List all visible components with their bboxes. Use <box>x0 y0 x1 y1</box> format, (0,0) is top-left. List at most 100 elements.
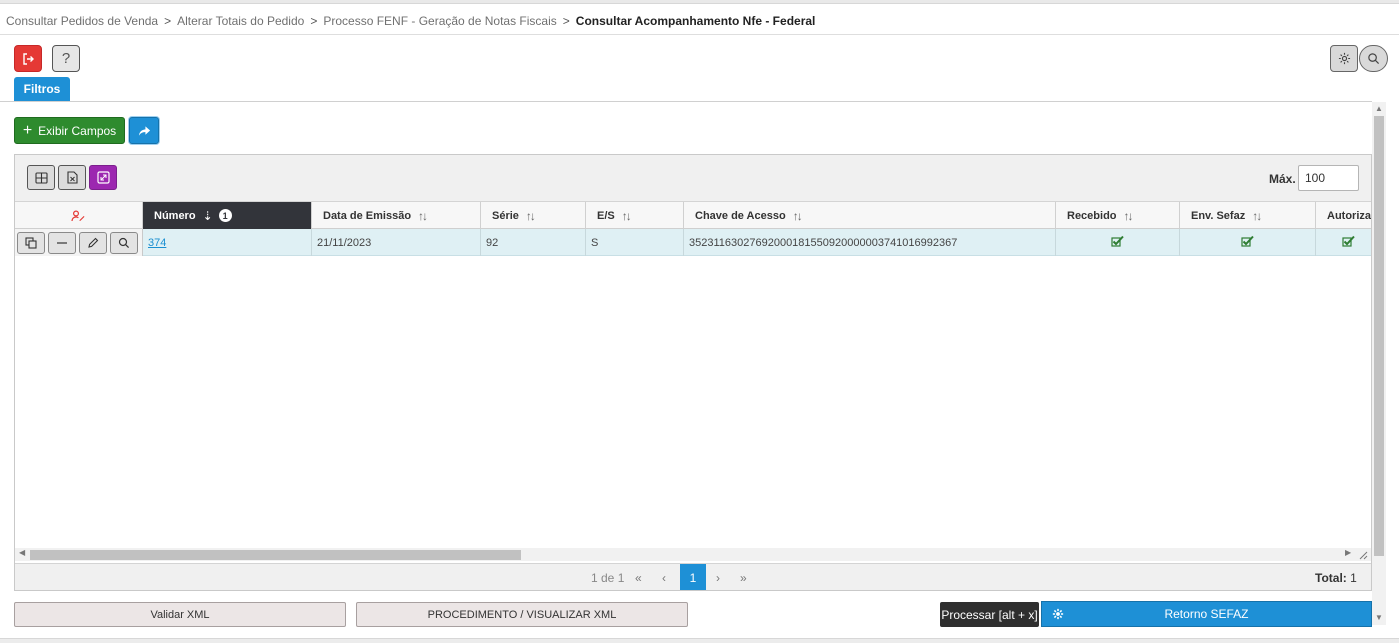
exibir-campos-label: Exibir Campos <box>38 123 117 138</box>
scroll-up-icon[interactable]: ▲ <box>1375 104 1383 113</box>
breadcrumb-item[interactable]: Alterar Totais do Pedido <box>177 14 304 28</box>
column-env-sefaz[interactable]: Env. Sefaz ↑↓ <box>1180 202 1316 229</box>
column-recebido-label: Recebido <box>1067 209 1117 222</box>
breadcrumb-divider <box>0 34 1399 35</box>
results-grid: Máx. Número ⇣ 1 Data de Emissão ↑↓ Série… <box>14 154 1372 591</box>
max-label: Máx. <box>1269 172 1296 186</box>
column-env-sefaz-label: Env. Sefaz <box>1191 209 1246 222</box>
column-numero-label: Número <box>154 209 196 222</box>
expand-button[interactable] <box>89 165 117 190</box>
scroll-right-icon[interactable]: ▶ <box>1345 548 1351 557</box>
column-serie[interactable]: Série ↑↓ <box>481 202 586 229</box>
cell-es: S <box>586 229 684 256</box>
grid-icon <box>34 171 48 184</box>
column-serie-label: Série <box>492 209 519 222</box>
search-icon <box>118 237 130 249</box>
search-button[interactable] <box>1359 45 1388 72</box>
exit-button[interactable] <box>14 45 42 72</box>
column-numero[interactable]: Número ⇣ 1 <box>143 202 312 229</box>
cell-numero: 374 <box>143 229 312 256</box>
cell-chave-acesso: 3523116302769200018155092000000374101699… <box>684 229 1056 256</box>
checkbox-checked-icon <box>1111 235 1124 247</box>
max-input[interactable] <box>1298 165 1359 191</box>
remove-button[interactable] <box>48 232 76 254</box>
retorno-sefaz-label: Retorno SEFAZ <box>1164 607 1249 621</box>
cell-recebido <box>1056 229 1180 256</box>
column-data-emissao[interactable]: Data de Emissão ↑↓ <box>312 202 481 229</box>
file-excel-icon <box>66 171 78 184</box>
help-button[interactable]: ? <box>52 45 80 72</box>
tab-divider <box>0 101 1372 102</box>
row-actions <box>15 229 143 256</box>
horizontal-scroll-thumb[interactable] <box>30 550 521 560</box>
cell-data-emissao: 21/11/2023 <box>312 229 481 256</box>
first-page-button[interactable]: « <box>635 571 642 585</box>
sort-order-badge: 1 <box>218 209 232 222</box>
breadcrumb: Consultar Pedidos de Venda > Alterar Tot… <box>6 12 815 30</box>
share-button[interactable] <box>129 117 159 144</box>
settings-button[interactable] <box>1330 45 1358 72</box>
minus-icon <box>57 242 67 244</box>
exit-icon <box>23 52 34 65</box>
column-es[interactable]: E/S ↑↓ <box>586 202 684 229</box>
breadcrumb-separator: > <box>562 14 570 28</box>
view-button[interactable] <box>110 232 138 254</box>
scroll-left-icon[interactable]: ◀ <box>19 548 25 557</box>
user-edit-icon <box>71 209 85 221</box>
tab-filtros[interactable]: Filtros <box>14 77 70 101</box>
column-recebido[interactable]: Recebido ↑↓ <box>1056 202 1180 229</box>
column-chave-acesso[interactable]: Chave de Acesso ↑↓ <box>684 202 1056 229</box>
cell-autorizado <box>1316 229 1371 256</box>
breadcrumb-item[interactable]: Consultar Pedidos de Venda <box>6 14 158 28</box>
sort-icon: ↑↓ <box>1123 208 1134 223</box>
sort-icon: ↑↓ <box>621 208 632 223</box>
total-label: Total: <box>1315 571 1347 585</box>
column-autorizado[interactable]: Autorizad <box>1316 202 1371 229</box>
cell-serie: 92 <box>481 229 586 256</box>
breadcrumb-separator: > <box>164 14 172 28</box>
retorno-sefaz-button[interactable]: Retorno SEFAZ <box>1041 601 1372 627</box>
column-autorizado-label: Autorizad <box>1327 209 1371 222</box>
prev-page-button[interactable]: ‹ <box>662 571 666 585</box>
procedimento-visualizar-xml-button[interactable]: PROCEDIMENTO / VISUALIZAR XML <box>356 602 688 627</box>
share-icon <box>138 125 150 136</box>
breadcrumb-separator: > <box>310 14 318 28</box>
gear-icon <box>1338 52 1350 65</box>
gear-icon <box>1052 608 1064 620</box>
vertical-scrollbar[interactable]: ▲ ▼ <box>1372 102 1386 625</box>
next-page-button[interactable]: › <box>716 571 720 585</box>
copy-button[interactable] <box>17 232 45 254</box>
scroll-down-icon[interactable]: ▼ <box>1375 613 1383 622</box>
help-label: ? <box>61 50 71 67</box>
expand-icon <box>96 171 110 184</box>
total-count: Total: 1 <box>1315 571 1357 585</box>
horizontal-scrollbar[interactable]: ◀ ▶ <box>15 548 1371 561</box>
export-button[interactable] <box>58 165 86 190</box>
table-row[interactable]: 374 21/11/2023 92 S 35231163027692000181… <box>15 229 1371 256</box>
column-actions <box>15 202 143 229</box>
last-page-button[interactable]: » <box>740 571 747 585</box>
plus-icon: + <box>22 121 33 139</box>
breadcrumb-current: Consultar Acompanhamento Nfe - Federal <box>575 14 816 28</box>
checkbox-checked-icon <box>1341 235 1355 247</box>
resize-handle-icon[interactable] <box>1358 550 1368 560</box>
column-chave-acesso-label: Chave de Acesso <box>695 209 786 222</box>
exibir-campos-button[interactable]: + Exibir Campos <box>14 117 125 144</box>
top-edge <box>0 0 1399 4</box>
validar-xml-button[interactable]: Validar XML <box>14 602 346 627</box>
column-es-label: E/S <box>597 209 615 222</box>
breadcrumb-item[interactable]: Processo FENF - Geração de Notas Fiscais <box>323 14 556 28</box>
vertical-scroll-thumb[interactable] <box>1374 116 1384 556</box>
page-number-current[interactable]: 1 <box>680 564 706 590</box>
pagination: 1 de 1 « ‹ 1 › » Total: 1 <box>15 563 1371 590</box>
bottom-edge <box>0 638 1399 643</box>
numero-link[interactable]: 374 <box>148 237 166 249</box>
sort-icon: ↑↓ <box>525 208 536 223</box>
pencil-icon <box>88 237 99 248</box>
edit-button[interactable] <box>79 232 107 254</box>
page-info: 1 de 1 <box>591 571 625 585</box>
columns-button[interactable] <box>27 165 55 190</box>
total-value: 1 <box>1350 571 1357 585</box>
sort-icon: ↑↓ <box>1252 208 1262 223</box>
checkbox-checked-icon <box>1241 235 1254 247</box>
